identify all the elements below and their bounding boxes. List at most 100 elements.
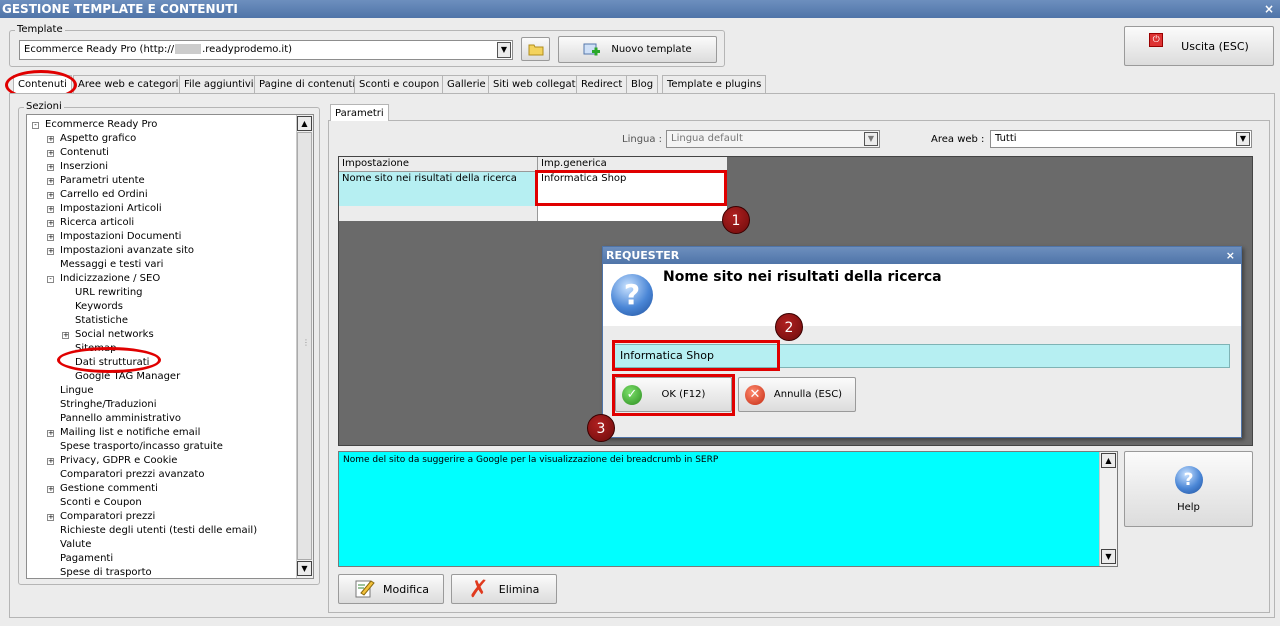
tree-item[interactable]: Parametri utente <box>60 174 145 188</box>
tab-siti-collegati[interactable]: Siti web collegati <box>488 75 584 94</box>
tree-item[interactable]: Valute <box>60 538 91 552</box>
tree-scrollbar[interactable]: ▲ ⋮ ▼ <box>296 115 313 578</box>
tree-item[interactable]: Spese di trasporto <box>60 566 152 580</box>
tab-gallerie[interactable]: Gallerie <box>442 75 491 94</box>
expand-icon[interactable]: + <box>47 150 54 157</box>
area-value: Tutti <box>995 133 1017 144</box>
expand-icon[interactable]: + <box>47 430 54 437</box>
area-label: Area web : <box>931 134 985 145</box>
scroll-up-icon[interactable]: ▲ <box>1101 453 1116 468</box>
elimina-label: Elimina <box>498 582 540 596</box>
tree-item[interactable]: Gestione commenti <box>60 482 158 496</box>
expand-icon[interactable]: + <box>47 164 54 171</box>
annotation-badge-3: 3 <box>587 414 615 442</box>
tree-item[interactable]: Sconti e Coupon <box>60 496 142 510</box>
tab-template-plugins[interactable]: Template e plugins <box>662 75 767 94</box>
tree-item[interactable]: Pagamenti <box>60 552 113 566</box>
tree-item[interactable]: Comparatori prezzi <box>60 510 155 524</box>
expand-icon[interactable]: + <box>47 234 54 241</box>
tree-item[interactable]: Privacy, GDPR e Cookie <box>60 454 177 468</box>
exit-button[interactable]: ⏻ Uscita (ESC) <box>1124 26 1274 66</box>
tab-label: Pagine di contenuti <box>259 79 356 90</box>
scroll-down-icon[interactable]: ▼ <box>297 561 312 576</box>
description-box[interactable]: Nome del sito da suggerire a Google per … <box>338 451 1118 567</box>
tree-item[interactable]: Impostazioni Documenti <box>60 230 181 244</box>
help-label: Help <box>1177 501 1200 513</box>
tree-item[interactable]: Messaggi e testi vari <box>60 258 163 272</box>
lingua-value: Lingua default <box>671 133 743 144</box>
new-template-label: Nuovo template <box>611 44 692 55</box>
expand-icon[interactable]: + <box>47 486 54 493</box>
expand-icon[interactable]: + <box>47 458 54 465</box>
collapse-icon[interactable]: - <box>32 122 39 129</box>
expand-icon[interactable]: + <box>47 136 54 143</box>
tree-item[interactable]: Indicizzazione / SEO <box>60 272 160 286</box>
tab-parametri[interactable]: Parametri <box>330 104 389 121</box>
expand-icon[interactable]: + <box>47 192 54 199</box>
tree-item[interactable]: Mailing list e notifiche email <box>60 426 200 440</box>
new-template-button[interactable]: Nuovo template <box>558 36 717 63</box>
modifica-label: Modifica <box>383 582 429 596</box>
tab-aree-web[interactable]: Aree web e categorie <box>73 75 190 94</box>
grid-header-setting[interactable]: Impostazione <box>339 157 538 172</box>
expand-icon[interactable]: + <box>47 220 54 227</box>
collapse-icon[interactable]: - <box>47 276 54 283</box>
cancel-button[interactable]: ✕ Annulla (ESC) <box>738 377 856 412</box>
requester-close-icon[interactable]: × <box>1226 247 1235 264</box>
tab-label: Siti web collegati <box>493 79 579 90</box>
tree-item[interactable]: Impostazioni Articoli <box>60 202 162 216</box>
expand-icon[interactable]: + <box>47 248 54 255</box>
tab-pagine-contenuti[interactable]: Pagine di contenuti <box>254 75 361 94</box>
expand-icon[interactable]: + <box>47 178 54 185</box>
open-folder-button[interactable] <box>521 37 550 61</box>
tab-redirect[interactable]: Redirect <box>576 75 628 94</box>
scroll-up-icon[interactable]: ▲ <box>297 116 312 131</box>
tree-item[interactable]: Keywords <box>75 300 123 314</box>
folder-icon <box>528 44 543 56</box>
annotation-ellipse-dati <box>57 347 161 373</box>
chevron-down-icon[interactable]: ▼ <box>497 42 511 58</box>
lingua-select[interactable]: Lingua default ▼ <box>666 130 880 148</box>
tree-item[interactable]: Lingue <box>60 384 94 398</box>
annotation-box-1 <box>535 170 727 206</box>
tree-item[interactable]: Statistiche <box>75 314 128 328</box>
tab-sconti-coupon[interactable]: Sconti e coupon <box>354 75 445 94</box>
tab-file-aggiuntivi[interactable]: File aggiuntivi <box>179 75 259 94</box>
scroll-thumb[interactable]: ⋮ <box>297 132 312 560</box>
tree-item[interactable]: Inserzioni <box>60 160 108 174</box>
cancel-label: Annulla (ESC) <box>773 389 843 400</box>
tree-item[interactable]: Aspetto grafico <box>60 132 136 146</box>
tree-item[interactable]: Ecommerce Ready Pro <box>45 118 157 132</box>
help-button[interactable]: ? Help <box>1124 451 1253 527</box>
question-icon: ? <box>611 274 653 316</box>
tree-item[interactable]: Contenuti <box>60 146 109 160</box>
tree-item[interactable]: URL rewriting <box>75 286 143 300</box>
annotation-badge-2: 2 <box>775 313 803 341</box>
tab-blog[interactable]: Blog <box>626 75 659 94</box>
tree-item[interactable]: Comparatori prezzi avanzato <box>60 468 204 482</box>
power-icon: ⏻ <box>1149 33 1164 47</box>
chevron-down-icon[interactable]: ▼ <box>1236 132 1250 146</box>
tree-item[interactable]: Richieste degli utenti (testi delle emai… <box>60 524 257 538</box>
scroll-down-icon[interactable]: ▼ <box>1101 549 1116 564</box>
elimina-button[interactable]: ✗ Elimina <box>451 574 557 604</box>
tab-label: Parametri <box>335 108 384 119</box>
tree-item[interactable]: Spese trasporto/incasso gratuite <box>60 440 223 454</box>
window-close-icon[interactable]: × <box>1264 0 1274 18</box>
tree-item[interactable]: Ricerca articoli <box>60 216 134 230</box>
requester-titlebar: REQUESTER × <box>603 247 1241 264</box>
area-select[interactable]: Tutti ▼ <box>990 130 1252 148</box>
expand-icon[interactable]: + <box>47 514 54 521</box>
tree-item[interactable]: Stringhe/Traduzioni <box>60 398 157 412</box>
tree-item[interactable]: Impostazioni avanzate sito <box>60 244 194 258</box>
modifica-button[interactable]: Modifica <box>338 574 444 604</box>
description-scrollbar[interactable]: ▲ ▼ <box>1099 452 1117 566</box>
grid-row-setting[interactable]: Nome sito nei risultati della ricerca <box>339 172 538 206</box>
tree-item[interactable]: Social networks <box>75 328 154 342</box>
expand-icon[interactable]: + <box>62 332 69 339</box>
tree-item[interactable]: Pannello amministrativo <box>60 412 181 426</box>
template-select[interactable]: Ecommerce Ready Pro (http:// .readyprodem… <box>19 40 513 60</box>
chevron-down-icon[interactable]: ▼ <box>864 132 878 146</box>
tree-item[interactable]: Carrello ed Ordini <box>60 188 148 202</box>
expand-icon[interactable]: + <box>47 206 54 213</box>
